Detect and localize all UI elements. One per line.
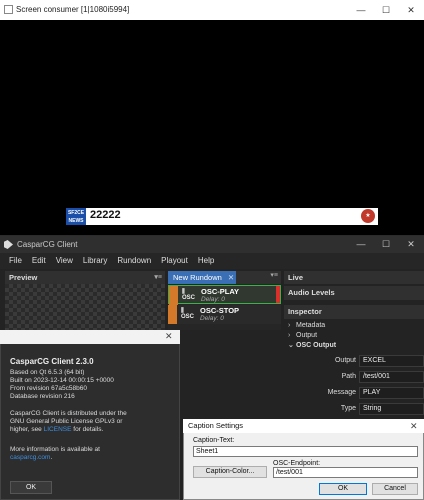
caption-text-label: Caption-Text: [193,437,235,444]
osc-endpoint-field[interactable]: /test/001 [273,467,418,478]
item-name: OSC-PLAY [201,287,240,296]
casparcg-logo-icon [4,240,13,249]
about-title: CasparCG Client 2.3.0 [10,357,94,366]
tab-close-icon[interactable]: ✕ [228,273,234,282]
caption-title: Caption Settings [188,421,244,430]
prop-label-message: Message [327,389,356,396]
prop-label-type: Type [340,405,356,412]
prop-label-path: Path [341,373,356,380]
client-minimize-icon[interactable]: — [352,236,370,253]
caption-close-icon[interactable]: ✕ [410,419,418,433]
about-revision: From revision 67a5c58b60 [10,385,87,392]
screen-consumer-title: Screen consumer [1|1080i5994] [16,5,130,14]
audio-levels-header[interactable]: Audio Levels [284,286,424,300]
screen-consumer-window [0,0,424,235]
screen-consumer-titlebar[interactable]: Screen consumer [1|1080i5994] — ☐ ✕ [0,0,424,20]
path-field[interactable]: /test/001 [359,371,424,383]
client-titlebar[interactable]: CasparCG Client — ☐ ✕ [0,236,424,253]
maximize-icon[interactable]: ☐ [377,0,395,20]
prop-label-output: Output [334,357,356,364]
license-link[interactable]: LICENSE [44,426,72,433]
item-color-tag [168,305,177,324]
news-logo-line2: NEWS [68,218,84,224]
client-close-icon[interactable]: ✕ [402,236,420,253]
panel-menu-icon[interactable]: ▾≡ [154,271,162,284]
message-field[interactable]: PLAY [359,387,424,399]
about-more-info: More information is available at [10,446,100,453]
client-maximize-icon[interactable]: ☐ [377,236,395,253]
chevron-down-icon: ⌄ [288,342,294,349]
osc-icon: ⫼ OSC [181,308,195,320]
item-status-marker [276,286,280,303]
inspector-header: Inspector [284,305,424,319]
item-delay: Delay: 0 [200,315,224,322]
rundown-tab-label: New Rundown [173,273,222,282]
website-link[interactable]: casparcg.com [10,454,50,461]
ticker-badge-icon: ★ [361,209,375,223]
about-license-line1: CasparCG Client is distributed under the [10,410,127,417]
inspector-tree-output[interactable]: › Output [284,331,424,341]
menu-help[interactable]: Help [193,253,219,269]
app-icon [4,5,13,14]
menu-edit[interactable]: Edit [27,253,51,269]
news-logo: SF2CE NEWS [66,208,86,225]
rundown-item-osc-play[interactable]: ⫼ OSC OSC-PLAY Delay: 0 [168,285,281,305]
caption-text-field[interactable]: Sheet1 [193,446,418,457]
about-license-line2: GNU General Public License GPLv3 or [10,418,123,425]
about-titlebar[interactable] [0,330,180,344]
menu-view[interactable]: View [51,253,78,269]
chevron-right-icon: › [288,322,291,329]
osc-endpoint-label: OSC-Endpoint: [273,460,321,467]
caption-ok-button[interactable]: OK [319,483,367,495]
client-title: CasparCG Client [17,240,78,249]
live-panel-header: Live [284,271,424,284]
ticker-text: 22222 [90,209,121,221]
item-color-tag [169,286,178,305]
about-close-icon[interactable]: ✕ [165,331,173,342]
about-ok-button[interactable]: OK [10,481,52,494]
inspector-tree-osc-output[interactable]: ⌄ OSC Output [284,341,424,351]
menu-file[interactable]: File [4,253,27,269]
chevron-right-icon: › [288,332,291,339]
about-db-revision: Database revision 216 [10,393,75,400]
preview-label: Preview [9,273,38,282]
tab-new-rundown[interactable]: New Rundown ✕ [168,271,236,284]
menu-bar: File Edit View Library Rundown Playout H… [0,253,424,269]
about-license-line3: higher, see LICENSE for details. [10,426,104,433]
close-icon[interactable]: ✕ [402,0,420,20]
rundown-item-osc-stop[interactable]: ⫼ OSC OSC-STOP Delay: 0 [168,305,281,324]
about-qt-version: Based on Qt 6.5.3 (64 bit) [10,369,85,376]
menu-playout[interactable]: Playout [156,253,193,269]
live-label: Live [288,273,304,282]
minimize-icon[interactable]: — [352,0,370,20]
menu-rundown[interactable]: Rundown [112,253,156,269]
osc-icon: ⫼ OSC [182,289,196,301]
news-logo-line1: SF2CE [67,210,85,216]
preview-canvas [5,284,165,330]
inspector-label: Inspector [288,307,322,316]
type-select[interactable]: String [359,403,424,415]
inspector-tree-metadata[interactable]: › Metadata [284,321,424,331]
caption-titlebar[interactable]: Caption Settings [183,419,424,433]
preview-panel-header: Preview ▾≡ [5,271,165,284]
about-build-date: Built on 2023-12-14 00:00:15 +0000 [10,377,114,384]
item-name: OSC-STOP [200,306,240,315]
caption-color-button[interactable]: Caption-Color... [193,466,267,478]
caption-cancel-button[interactable]: Cancel [372,483,418,495]
output-select[interactable]: EXCEL [359,355,424,367]
rundown-menu-icon[interactable]: ▾≡ [270,271,278,279]
menu-library[interactable]: Library [78,253,112,269]
rundown-tab-bar: ▾≡ [236,271,281,284]
audio-levels-label: Audio Levels [288,288,335,297]
about-website-line: casparcg.com. [10,454,53,461]
item-delay: Delay: 0 [201,296,225,303]
